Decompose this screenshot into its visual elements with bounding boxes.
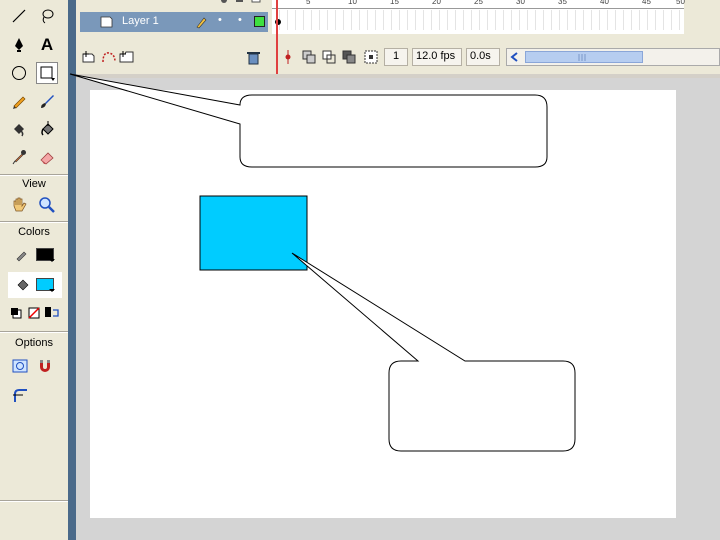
callout-bottom[interactable] (291, 252, 576, 452)
stage-artwork (69, 73, 576, 452)
blue-rectangle[interactable] (199, 195, 308, 271)
callout-top[interactable] (69, 73, 548, 168)
